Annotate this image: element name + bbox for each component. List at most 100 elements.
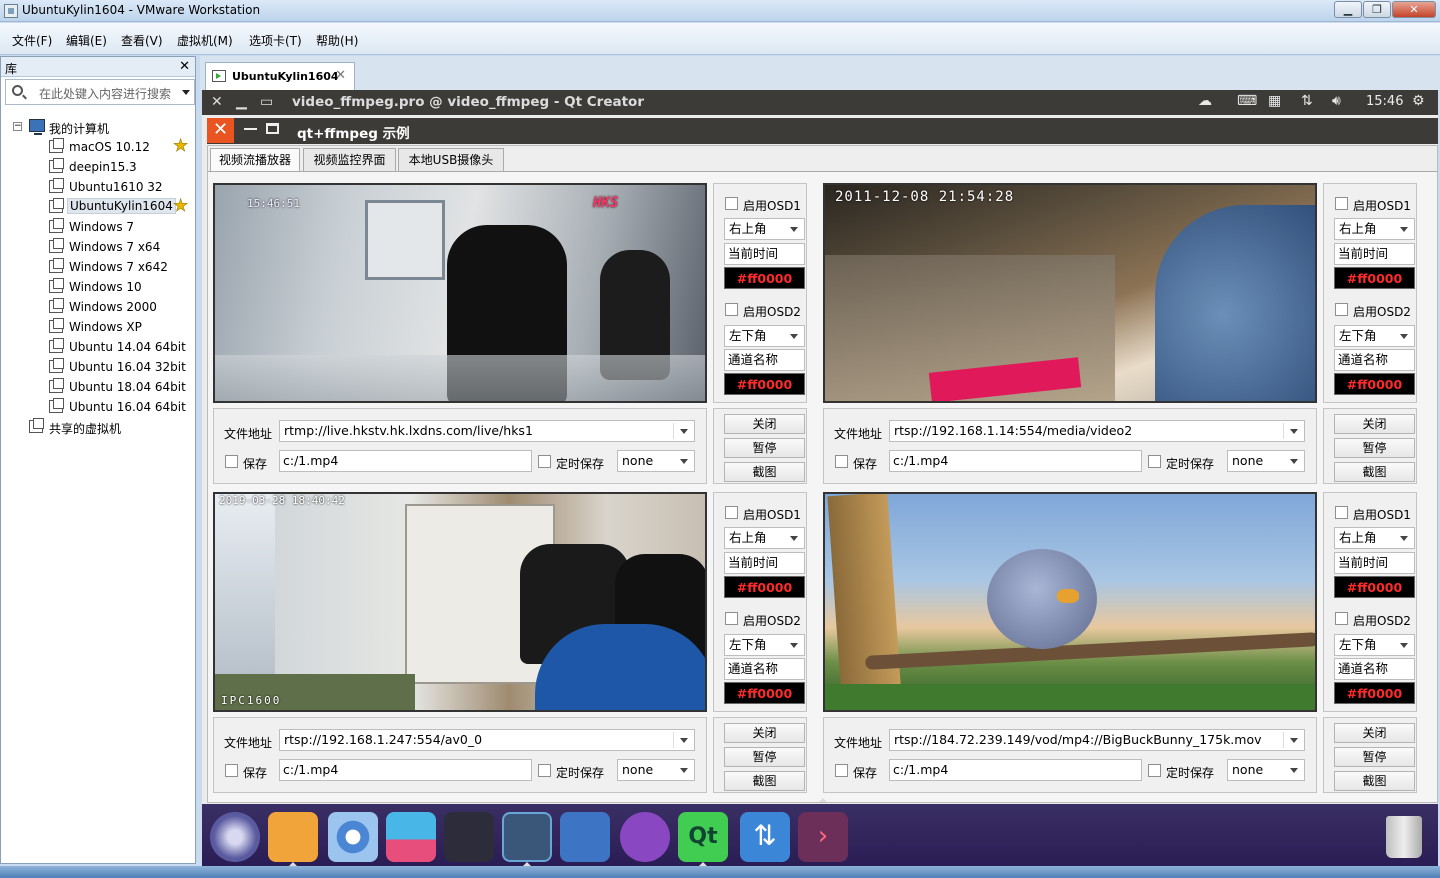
tree-item[interactable]: Ubuntu 16.04 32bit	[1, 357, 195, 377]
editor-icon[interactable]	[620, 812, 670, 862]
snapshot-button[interactable]: 截图	[724, 771, 805, 791]
timed-save-checkbox[interactable]	[1148, 455, 1161, 468]
tree-item[interactable]: Windows 7 x642	[1, 257, 195, 277]
osd2-color-button[interactable]: #ff0000	[724, 373, 805, 395]
save-path-input[interactable]: c:/1.mp4	[889, 450, 1142, 472]
menu-edit[interactable]: 编辑(E)	[66, 32, 107, 49]
osd2-checkbox[interactable]	[1335, 612, 1348, 625]
collapse-icon[interactable]: −	[13, 122, 22, 131]
timed-save-combo[interactable]: none	[1227, 759, 1305, 781]
chevron-down-icon[interactable]	[1400, 227, 1408, 232]
save-path-input[interactable]: c:/1.mp4	[279, 759, 532, 781]
chevron-down-icon[interactable]	[790, 334, 798, 339]
guest-minimize-icon[interactable]: ▁	[236, 94, 247, 110]
osd1-text-input[interactable]: 当前时间	[1334, 552, 1415, 574]
volume-icon[interactable]: 🔊︎	[1332, 93, 1341, 109]
pause-button[interactable]: 暂停	[724, 438, 805, 458]
clock[interactable]: 15:46	[1366, 94, 1403, 109]
app-minimize-icon[interactable]	[244, 128, 257, 130]
url-combo-2[interactable]: rtsp://192.168.1.14:554/media/video2	[889, 420, 1305, 442]
menu-help[interactable]: 帮助(H)	[316, 32, 358, 49]
close-stream-button[interactable]: 关闭	[1334, 414, 1415, 434]
chevron-down-icon[interactable]	[1290, 459, 1298, 464]
tree-item[interactable]: Ubuntu1610 32	[1, 177, 195, 197]
save-checkbox[interactable]	[835, 764, 848, 777]
workspace-icon[interactable]	[560, 812, 610, 862]
osd2-checkbox[interactable]	[725, 612, 738, 625]
chevron-down-icon[interactable]	[680, 459, 688, 464]
timed-save-combo[interactable]: none	[617, 759, 695, 781]
osd2-checkbox[interactable]	[725, 303, 738, 316]
settings-gear-icon[interactable]: ⚙	[1412, 93, 1425, 109]
osd2-color-button[interactable]: #ff0000	[1334, 373, 1415, 395]
osd1-text-input[interactable]: 当前时间	[1334, 243, 1415, 265]
chevron-down-icon[interactable]	[1400, 643, 1408, 648]
save-path-input[interactable]: c:/1.mp4	[889, 759, 1142, 781]
snapshot-button[interactable]: 截图	[724, 462, 805, 482]
menu-view[interactable]: 查看(V)	[121, 32, 163, 49]
close-button[interactable]: ✕	[1392, 1, 1436, 18]
timed-save-combo[interactable]: none	[617, 450, 695, 472]
chevron-down-icon[interactable]	[1290, 429, 1298, 434]
guest-close-icon[interactable]: ✕	[211, 94, 223, 110]
url-combo-3[interactable]: rtsp://192.168.1.247:554/av0_0	[279, 729, 695, 751]
chevron-down-icon[interactable]	[680, 738, 688, 743]
timed-save-checkbox[interactable]	[1148, 764, 1161, 777]
chevron-down-icon[interactable]	[790, 227, 798, 232]
pause-button[interactable]: 暂停	[724, 747, 805, 767]
close-stream-button[interactable]: 关闭	[724, 414, 805, 434]
osd2-text-input[interactable]: 通道名称	[724, 658, 805, 680]
osd2-position-combo[interactable]: 左下角	[724, 634, 805, 656]
trash-icon[interactable]	[1386, 816, 1422, 858]
app-close-icon[interactable]: ✕	[207, 118, 234, 143]
timed-save-checkbox[interactable]	[538, 764, 551, 777]
osd1-position-combo[interactable]: 右上角	[1334, 218, 1415, 240]
save-checkbox[interactable]	[225, 455, 238, 468]
favorite-star-icon[interactable]: ★	[173, 137, 189, 156]
minimize-button[interactable]: ▁	[1334, 1, 1362, 18]
pause-button[interactable]: 暂停	[1334, 438, 1415, 458]
chevron-down-icon[interactable]	[790, 536, 798, 541]
chevron-down-icon[interactable]	[1290, 738, 1298, 743]
osd2-checkbox[interactable]	[1335, 303, 1348, 316]
snapshot-button[interactable]: 截图	[1334, 462, 1415, 482]
osd2-text-input[interactable]: 通道名称	[1334, 658, 1415, 680]
osd2-text-input[interactable]: 通道名称	[1334, 349, 1415, 371]
url-combo-1[interactable]: rtmp://live.hkstv.hk.lxdns.com/live/hks1	[279, 420, 695, 442]
osd2-position-combo[interactable]: 左下角	[1334, 325, 1415, 347]
tab-ubuntukylin[interactable]: UbuntuKylin1604 ✕	[205, 62, 355, 90]
osd1-text-input[interactable]: 当前时间	[724, 552, 805, 574]
tab-monitor[interactable]: 视频监控界面	[303, 148, 396, 172]
tree-item[interactable]: Ubuntu 14.04 64bit	[1, 337, 195, 357]
close-stream-button[interactable]: 关闭	[1334, 723, 1415, 743]
guest-screen[interactable]: ✕ ▁ ▭ video_ffmpeg.pro @ video_ffmpeg - …	[202, 90, 1438, 866]
software-center-icon[interactable]	[386, 812, 436, 862]
osd1-color-button[interactable]: #ff0000	[1334, 267, 1415, 289]
tree-item[interactable]: Windows 10	[1, 277, 195, 297]
save-path-input[interactable]: c:/1.mp4	[279, 450, 532, 472]
file-manager-icon[interactable]	[268, 812, 318, 862]
chevron-down-icon[interactable]	[790, 643, 798, 648]
osd1-position-combo[interactable]: 右上角	[724, 527, 805, 549]
close-stream-button[interactable]: 关闭	[724, 723, 805, 743]
tree-item[interactable]: Windows 7	[1, 217, 195, 237]
tree-shared-vms[interactable]: 共享的虚拟机	[1, 417, 195, 437]
osd1-checkbox[interactable]	[725, 197, 738, 210]
osd1-position-combo[interactable]: 右上角	[1334, 527, 1415, 549]
record-icon[interactable]	[444, 812, 494, 862]
save-checkbox[interactable]	[835, 455, 848, 468]
video-view-4[interactable]	[823, 492, 1317, 712]
tab-usb-camera[interactable]: 本地USB摄像头	[398, 148, 504, 172]
osd1-color-button[interactable]: #ff0000	[1334, 576, 1415, 598]
browser-icon[interactable]	[328, 812, 378, 862]
tree-item[interactable]: deepin15.3	[1, 157, 195, 177]
snapshot-button[interactable]: 截图	[1334, 771, 1415, 791]
osd1-checkbox[interactable]	[1335, 506, 1348, 519]
menu-vm[interactable]: 虚拟机(M)	[177, 32, 233, 49]
osd2-text-input[interactable]: 通道名称	[724, 349, 805, 371]
osd1-color-button[interactable]: #ff0000	[724, 267, 805, 289]
favorite-star-icon[interactable]: ★	[173, 197, 189, 216]
video-view-3[interactable]: 2019-03-28 18:40:42 IPC1600	[213, 492, 707, 712]
osd1-position-combo[interactable]: 右上角	[724, 218, 805, 240]
osd1-color-button[interactable]: #ff0000	[724, 576, 805, 598]
